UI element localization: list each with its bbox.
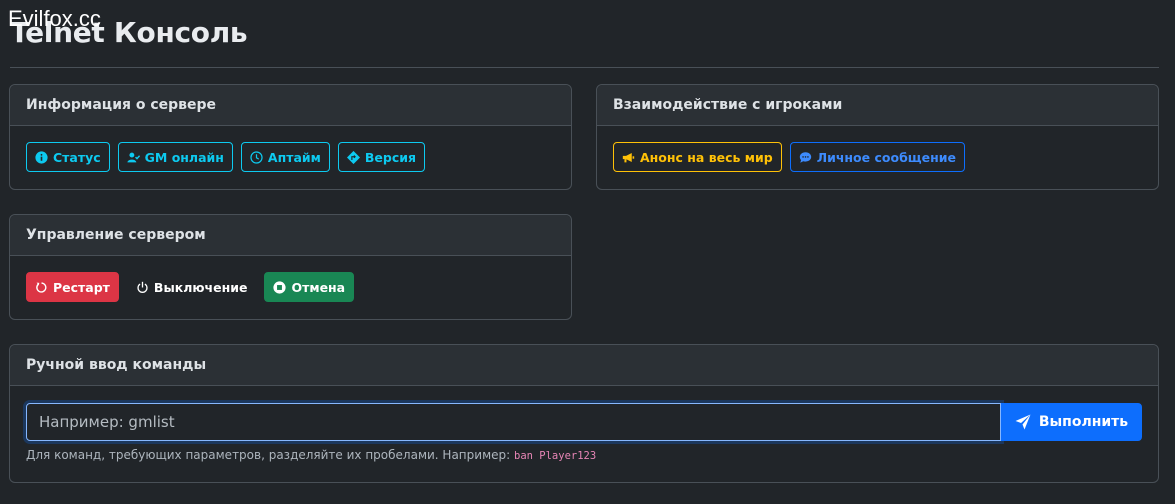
execute-button[interactable]: Выполнить [1001,403,1142,441]
gm-online-button-label: GM онлайн [144,149,224,165]
command-help-text: Для команд, требующих параметров, раздел… [26,448,596,462]
players-header: Взаимодействие с игроками [597,85,1158,126]
server-control-card: Управление сервером Рестарт Выключение О… [9,214,572,320]
info-circle-icon [35,150,48,164]
server-info-card: Информация о сервере Статус GM онлайн Ап… [9,84,572,190]
restart-button[interactable]: Рестарт [26,272,119,302]
server-info-header: Информация о сервере [10,85,571,126]
title-divider [10,67,1159,68]
status-button-label: Статус [53,149,101,165]
command-input-group: Выполнить [26,403,1142,441]
announce-button[interactable]: Анонс на весь мир [613,142,782,172]
execute-button-label: Выполнить [1038,414,1129,430]
version-button[interactable]: Версия [337,142,426,172]
power-icon [136,281,149,294]
command-input[interactable] [26,403,1001,441]
stop-circle-icon [273,280,287,294]
paper-plane-icon [1015,414,1031,430]
code-branch-icon [346,150,360,164]
command-help-description: Для команд, требующих параметров, раздел… [26,448,511,462]
watermark: Evilfox.cc [8,6,101,31]
private-message-button[interactable]: Личное сообщение [789,142,965,172]
uptime-button[interactable]: Аптайм [240,142,330,172]
status-button[interactable]: Статус [26,142,110,172]
command-help-example: ban Player123 [514,450,597,462]
server-control-body: Рестарт Выключение Отмена [10,256,571,318]
version-button-label: Версия [364,149,417,165]
server-info-body: Статус GM онлайн Аптайм Версия [10,126,571,188]
restart-icon [35,281,48,294]
private-message-button-label: Личное сообщение [816,149,956,165]
chat-bubble-icon [799,151,812,164]
cancel-button-label: Отмена [291,279,346,295]
user-check-icon [127,151,140,164]
announce-button-label: Анонс на весь мир [640,149,773,165]
cancel-button[interactable]: Отмена [264,272,355,302]
manual-command-card: Ручной ввод команды Выполнить Для команд… [9,344,1159,483]
players-card: Взаимодействие с игроками Анонс на весь … [596,84,1159,190]
megaphone-icon [622,151,635,164]
clock-icon [250,150,263,164]
shutdown-button[interactable]: Выключение [127,272,257,302]
server-control-header: Управление сервером [10,215,571,256]
shutdown-button-label: Выключение [153,279,248,295]
manual-command-header: Ручной ввод команды [10,345,1158,386]
gm-online-button[interactable]: GM онлайн [117,142,233,172]
players-body: Анонс на весь мир Личное сообщение [597,126,1158,188]
restart-button-label: Рестарт [53,279,110,295]
uptime-button-label: Аптайм [267,149,321,165]
